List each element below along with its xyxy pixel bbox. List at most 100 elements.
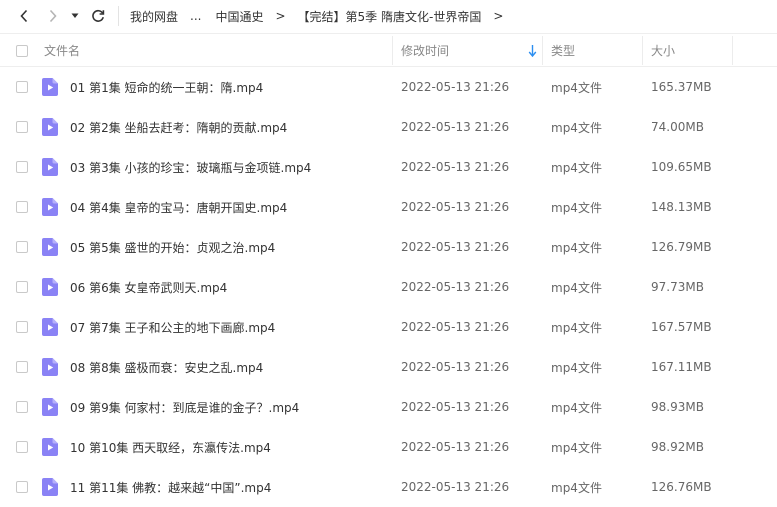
row-checkbox[interactable]	[16, 241, 28, 253]
file-modified-time: 2022-05-13 21:26	[401, 200, 510, 214]
file-name[interactable]: 07 第7集 王子和公主的地下画廊.mp4	[70, 307, 275, 347]
breadcrumb-separator-icon: >	[275, 9, 286, 23]
column-header-size[interactable]: 大小	[651, 34, 675, 67]
file-size: 167.57MB	[651, 320, 712, 334]
file-name[interactable]: 06 第6集 女皇帝武则天.mp4	[70, 267, 227, 307]
file-row[interactable]: 01 第1集 短命的统一王朝：隋.mp4 2022-05-13 21:26 mp…	[0, 67, 777, 107]
file-modified-time: 2022-05-13 21:26	[401, 480, 510, 494]
column-resize-handle[interactable]	[732, 36, 733, 65]
file-row[interactable]: 09 第9集 何家村：到底是谁的金子？.mp4 2022-05-13 21:26…	[0, 387, 777, 427]
row-checkbox[interactable]	[16, 161, 28, 173]
file-row[interactable]: 11 第11集 佛教：越来越“中国”.mp4 2022-05-13 21:26 …	[0, 467, 777, 507]
row-checkbox[interactable]	[16, 81, 28, 93]
column-resize-handle[interactable]	[642, 36, 643, 65]
file-type: mp4文件	[551, 120, 602, 135]
row-checkbox[interactable]	[16, 401, 28, 413]
file-name[interactable]: 01 第1集 短命的统一王朝：隋.mp4	[70, 67, 263, 107]
file-row[interactable]: 08 第8集 盛极而衰：安史之乱.mp4 2022-05-13 21:26 mp…	[0, 347, 777, 387]
video-file-icon	[42, 78, 58, 96]
file-name[interactable]: 03 第3集 小孩的珍宝：玻璃瓶与金项链.mp4	[70, 147, 311, 187]
column-resize-handle[interactable]	[392, 36, 393, 65]
file-name[interactable]: 04 第4集 皇帝的宝马：唐朝开国史.mp4	[70, 187, 287, 227]
video-file-icon	[42, 238, 58, 256]
video-file-icon	[42, 158, 58, 176]
row-checkbox[interactable]	[16, 321, 28, 333]
column-header: 文件名 修改时间 类型 大小	[0, 33, 777, 67]
file-name[interactable]: 08 第8集 盛极而衰：安史之乱.mp4	[70, 347, 263, 387]
breadcrumb-root[interactable]: 我的网盘	[130, 8, 178, 25]
file-name[interactable]: 11 第11集 佛教：越来越“中国”.mp4	[70, 467, 271, 507]
chevron-right-icon	[49, 9, 57, 23]
row-select-cell	[16, 427, 28, 467]
file-modified-time: 2022-05-13 21:26	[401, 280, 510, 294]
video-file-icon	[42, 278, 58, 296]
file-modified-time: 2022-05-13 21:26	[401, 440, 510, 454]
file-type: mp4文件	[551, 240, 602, 255]
row-select-cell	[16, 187, 28, 227]
file-type: mp4文件	[551, 400, 602, 415]
column-header-modified-label: 修改时间	[401, 44, 450, 58]
file-modified-time: 2022-05-13 21:26	[401, 400, 510, 414]
file-name[interactable]: 10 第10集 西天取经，东瀛传法.mp4	[70, 427, 271, 467]
toolbar: 我的网盘 ... 中国通史 > 【完结】第5季 隋唐文化-世界帝国 >	[0, 0, 777, 32]
file-type: mp4文件	[551, 80, 602, 95]
file-row[interactable]: 03 第3集 小孩的珍宝：玻璃瓶与金项链.mp4 2022-05-13 21:2…	[0, 147, 777, 187]
file-type: mp4文件	[551, 480, 602, 495]
file-row[interactable]: 06 第6集 女皇帝武则天.mp4 2022-05-13 21:26 mp4文件…	[0, 267, 777, 307]
sort-descending-icon[interactable]	[528, 44, 537, 58]
back-button[interactable]	[13, 4, 35, 28]
row-checkbox[interactable]	[16, 441, 28, 453]
breadcrumb-item-1[interactable]: 中国通史	[215, 8, 263, 25]
file-row[interactable]: 10 第10集 西天取经，东瀛传法.mp4 2022-05-13 21:26 m…	[0, 427, 777, 467]
file-modified-time: 2022-05-13 21:26	[401, 120, 510, 134]
forward-button[interactable]	[42, 4, 64, 28]
history-dropdown-button[interactable]	[67, 4, 83, 28]
file-row[interactable]: 02 第2集 坐船去赶考：隋朝的贡献.mp4 2022-05-13 21:26 …	[0, 107, 777, 147]
file-type: mp4文件	[551, 280, 602, 295]
row-select-cell	[16, 467, 28, 507]
file-type: mp4文件	[551, 440, 602, 455]
file-name[interactable]: 02 第2集 坐船去赶考：隋朝的贡献.mp4	[70, 107, 287, 147]
video-file-icon	[42, 118, 58, 136]
row-select-cell	[16, 147, 28, 187]
column-resize-handle[interactable]	[542, 36, 543, 65]
file-size: 165.37MB	[651, 80, 712, 94]
column-header-name[interactable]: 文件名	[44, 34, 80, 67]
file-type: mp4文件	[551, 160, 602, 175]
column-header-name-label: 文件名	[44, 44, 81, 58]
row-select-cell	[16, 67, 28, 107]
column-header-modified[interactable]: 修改时间	[401, 34, 449, 67]
file-size: 167.11MB	[651, 360, 712, 374]
video-file-icon	[42, 318, 58, 336]
file-row[interactable]: 05 第5集 盛世的开始：贞观之治.mp4 2022-05-13 21:26 m…	[0, 227, 777, 267]
breadcrumb-ellipsis[interactable]: ...	[190, 9, 201, 23]
refresh-icon	[92, 9, 105, 22]
file-name[interactable]: 09 第9集 何家村：到底是谁的金子？.mp4	[70, 387, 299, 427]
breadcrumb: 我的网盘 ... 中国通史 > 【完结】第5季 隋唐文化-世界帝国 >	[130, 0, 515, 32]
row-select-cell	[16, 307, 28, 347]
video-file-icon	[42, 478, 58, 496]
toolbar-divider	[118, 6, 119, 26]
file-size: 97.73MB	[651, 280, 704, 294]
file-row[interactable]: 04 第4集 皇帝的宝马：唐朝开国史.mp4 2022-05-13 21:26 …	[0, 187, 777, 227]
file-type: mp4文件	[551, 320, 602, 335]
row-checkbox[interactable]	[16, 121, 28, 133]
refresh-button[interactable]	[87, 4, 109, 28]
file-row[interactable]: 07 第7集 王子和公主的地下画廊.mp4 2022-05-13 21:26 m…	[0, 307, 777, 347]
row-checkbox[interactable]	[16, 361, 28, 373]
file-size: 148.13MB	[651, 200, 712, 214]
file-list: 01 第1集 短命的统一王朝：隋.mp4 2022-05-13 21:26 mp…	[0, 67, 777, 507]
row-checkbox[interactable]	[16, 281, 28, 293]
file-modified-time: 2022-05-13 21:26	[401, 80, 510, 94]
file-name[interactable]: 05 第5集 盛世的开始：贞观之治.mp4	[70, 227, 275, 267]
select-all-checkbox[interactable]	[16, 44, 28, 57]
file-size: 74.00MB	[651, 120, 704, 134]
column-header-type[interactable]: 类型	[551, 34, 575, 67]
video-file-icon	[42, 398, 58, 416]
row-checkbox[interactable]	[16, 481, 28, 493]
video-file-icon	[42, 438, 58, 456]
row-checkbox[interactable]	[16, 201, 28, 213]
breadcrumb-item-2[interactable]: 【完结】第5季 隋唐文化-世界帝国	[298, 8, 482, 25]
caret-down-icon	[71, 13, 79, 18]
file-modified-time: 2022-05-13 21:26	[401, 360, 510, 374]
